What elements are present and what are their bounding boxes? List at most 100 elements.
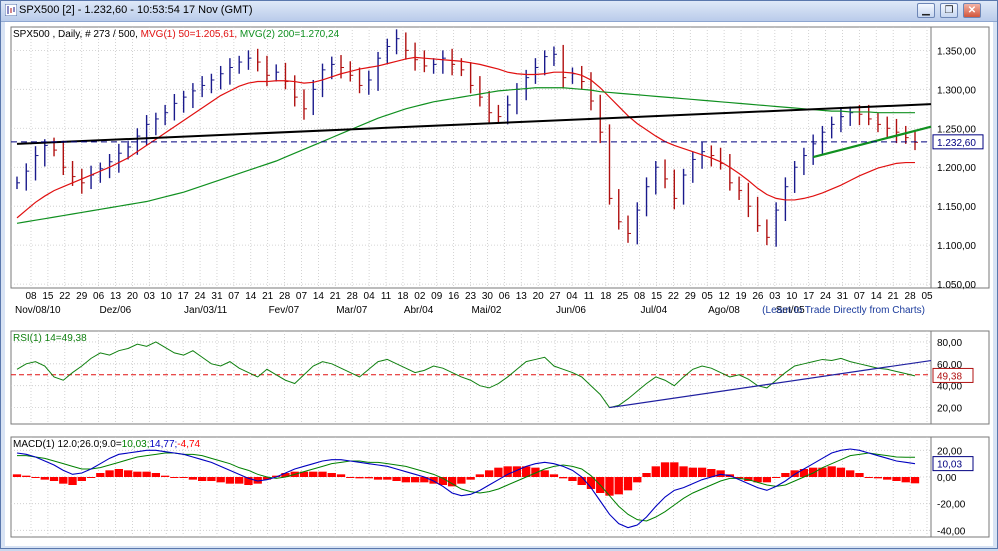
x-day-tick-label: 11: [381, 291, 392, 302]
macd-histogram-bar: [892, 477, 901, 481]
x-day-tick-label: 03: [144, 291, 156, 302]
window-title: SPX500 [2] - 1.232,60 - 10:53:54 17 Nov …: [19, 4, 253, 16]
macd-histogram-bar: [901, 477, 910, 483]
macd-legend-prefix: MACD(1) 12.0;26.0;9.0=: [13, 439, 122, 450]
macd-histogram-bar: [123, 470, 133, 477]
price-legend-ma50: MVG(1) 50=1.205,61,: [141, 29, 240, 40]
price-y-tick-label: 1.250,00: [937, 124, 976, 135]
macd-histogram-bar: [549, 474, 559, 477]
x-day-tick-label: 30: [482, 291, 494, 302]
macd-histogram-bar: [68, 477, 77, 485]
x-day-tick-label: 13: [516, 291, 528, 302]
restore-icon: ❐: [944, 5, 954, 16]
macd-histogram-bar: [105, 470, 114, 477]
minimize-button[interactable]: ▁: [917, 3, 935, 18]
macd-histogram-bar: [855, 473, 864, 477]
x-day-tick-label: 12: [719, 291, 731, 302]
x-day-tick-label: 13: [110, 291, 122, 302]
rsi-legend: RSI(1) 14=49,38: [13, 333, 87, 344]
x-month-tick-label: Ago/08: [708, 305, 740, 316]
macd-histogram-bar: [86, 477, 96, 478]
macd-histogram-bar: [559, 477, 568, 479]
grid-layer: [10, 26, 990, 538]
title-bar[interactable]: SPX500 [2] - 1.232,60 - 10:53:54 17 Nov …: [1, 1, 997, 22]
macd-histogram-bar: [827, 466, 836, 477]
rsi-y-tick-label: 20,00: [937, 404, 962, 415]
macd-histogram-bar: [568, 477, 577, 481]
macd-histogram-bar: [59, 477, 68, 484]
macd-histogram-bar: [716, 470, 725, 477]
macd-histogram-bar: [808, 467, 818, 477]
chart-canvas[interactable]: SPX500 , Daily, # 273 / 500, MVG(1) 50=1…: [5, 22, 993, 546]
price-y-tick-label: 1.300,00: [937, 85, 976, 96]
macd-histogram-bar: [355, 477, 364, 479]
x-day-tick-label: 18: [397, 291, 409, 302]
x-day-tick-label: 31: [837, 291, 849, 302]
macd-histogram-bar: [151, 473, 161, 477]
macd-histogram-bar: [207, 477, 216, 481]
x-day-tick-label: 02: [414, 291, 426, 302]
x-day-tick-label: 19: [735, 291, 747, 302]
x-month-tick-label: Mai/02: [471, 305, 501, 316]
price-legend-ma200: MVG(2) 200=1.270,24: [240, 29, 340, 40]
macd-histogram-bar: [216, 477, 225, 483]
x-day-tick-label: 18: [600, 291, 612, 302]
x-day-tick-label: 08: [634, 291, 646, 302]
chart-area[interactable]: SPX500 , Daily, # 273 / 500, MVG(1) 50=1…: [5, 22, 993, 546]
x-month-tick-label: Dez/06: [100, 305, 132, 316]
macd-histogram-bar: [336, 474, 346, 477]
x-day-tick-label: 20: [533, 291, 545, 302]
macd-current-label: 10,03: [937, 460, 962, 471]
x-day-tick-label: 29: [76, 291, 88, 302]
x-day-tick-label: 06: [93, 291, 105, 302]
x-day-tick-label: 04: [364, 291, 376, 302]
macd-histogram-bar: [327, 473, 336, 477]
macd-histogram-bar: [170, 477, 179, 478]
macd-histogram-bar: [410, 477, 420, 483]
x-day-tick-label: 28: [347, 291, 359, 302]
x-day-tick-label: 24: [194, 291, 206, 302]
chart-app-icon: [5, 4, 17, 16]
macd-histogram-bar: [623, 477, 633, 491]
macd-legend-hist: -4,74: [177, 439, 200, 450]
macd-histogram-bar: [364, 477, 373, 479]
macd-histogram-bar: [670, 462, 679, 477]
x-day-tick-label: 23: [465, 291, 477, 302]
x-day-tick-label: 15: [651, 291, 663, 302]
close-button[interactable]: ✕: [963, 3, 981, 18]
x-day-tick-label: 05: [702, 291, 714, 302]
price-y-tick-label: 1.150,00: [937, 202, 976, 213]
price-y-tick-label: 1.200,00: [937, 163, 976, 174]
x-month-tick-label: Jul/04: [641, 305, 668, 316]
x-day-tick-label: 03: [769, 291, 781, 302]
macd-y-tick-label: 0,00: [937, 473, 957, 484]
x-day-tick-label: 29: [685, 291, 697, 302]
x-day-tick-label: 22: [59, 291, 71, 302]
rsi-current-label: 49,38: [937, 371, 962, 382]
x-day-tick-label: 28: [905, 291, 917, 302]
rsi-y-tick-label: 80,00: [937, 338, 962, 349]
macd-histogram-bar: [883, 477, 892, 480]
macd-histogram-bar: [392, 477, 401, 481]
x-day-tick-label: 24: [820, 291, 832, 302]
macd-histogram-bar: [22, 475, 31, 477]
macd-histogram-bar: [494, 467, 503, 477]
macd-histogram-bar: [160, 475, 170, 477]
macd-histogram-bar: [457, 477, 466, 484]
x-month-tick-label: Abr/04: [404, 305, 434, 316]
macd-histogram-bar: [188, 477, 198, 480]
macd-histogram-bar: [235, 477, 244, 484]
macd-histogram-bar: [225, 477, 235, 484]
macd-y-tick-label: -20,00: [937, 500, 966, 511]
x-month-tick-label: Mar/07: [336, 305, 368, 316]
x-day-tick-label: 05: [921, 291, 933, 302]
x-day-tick-label: 20: [127, 291, 139, 302]
restore-button[interactable]: ❐: [940, 3, 958, 18]
price-y-tick-label: 1.350,00: [937, 46, 976, 57]
x-day-tick-label: 09: [431, 291, 443, 302]
macd-histogram-bar: [96, 473, 105, 477]
x-day-tick-label: 26: [752, 291, 764, 302]
x-day-tick-label: 04: [566, 291, 578, 302]
macd-histogram-bar: [31, 477, 40, 478]
macd-histogram-bar: [484, 470, 494, 477]
